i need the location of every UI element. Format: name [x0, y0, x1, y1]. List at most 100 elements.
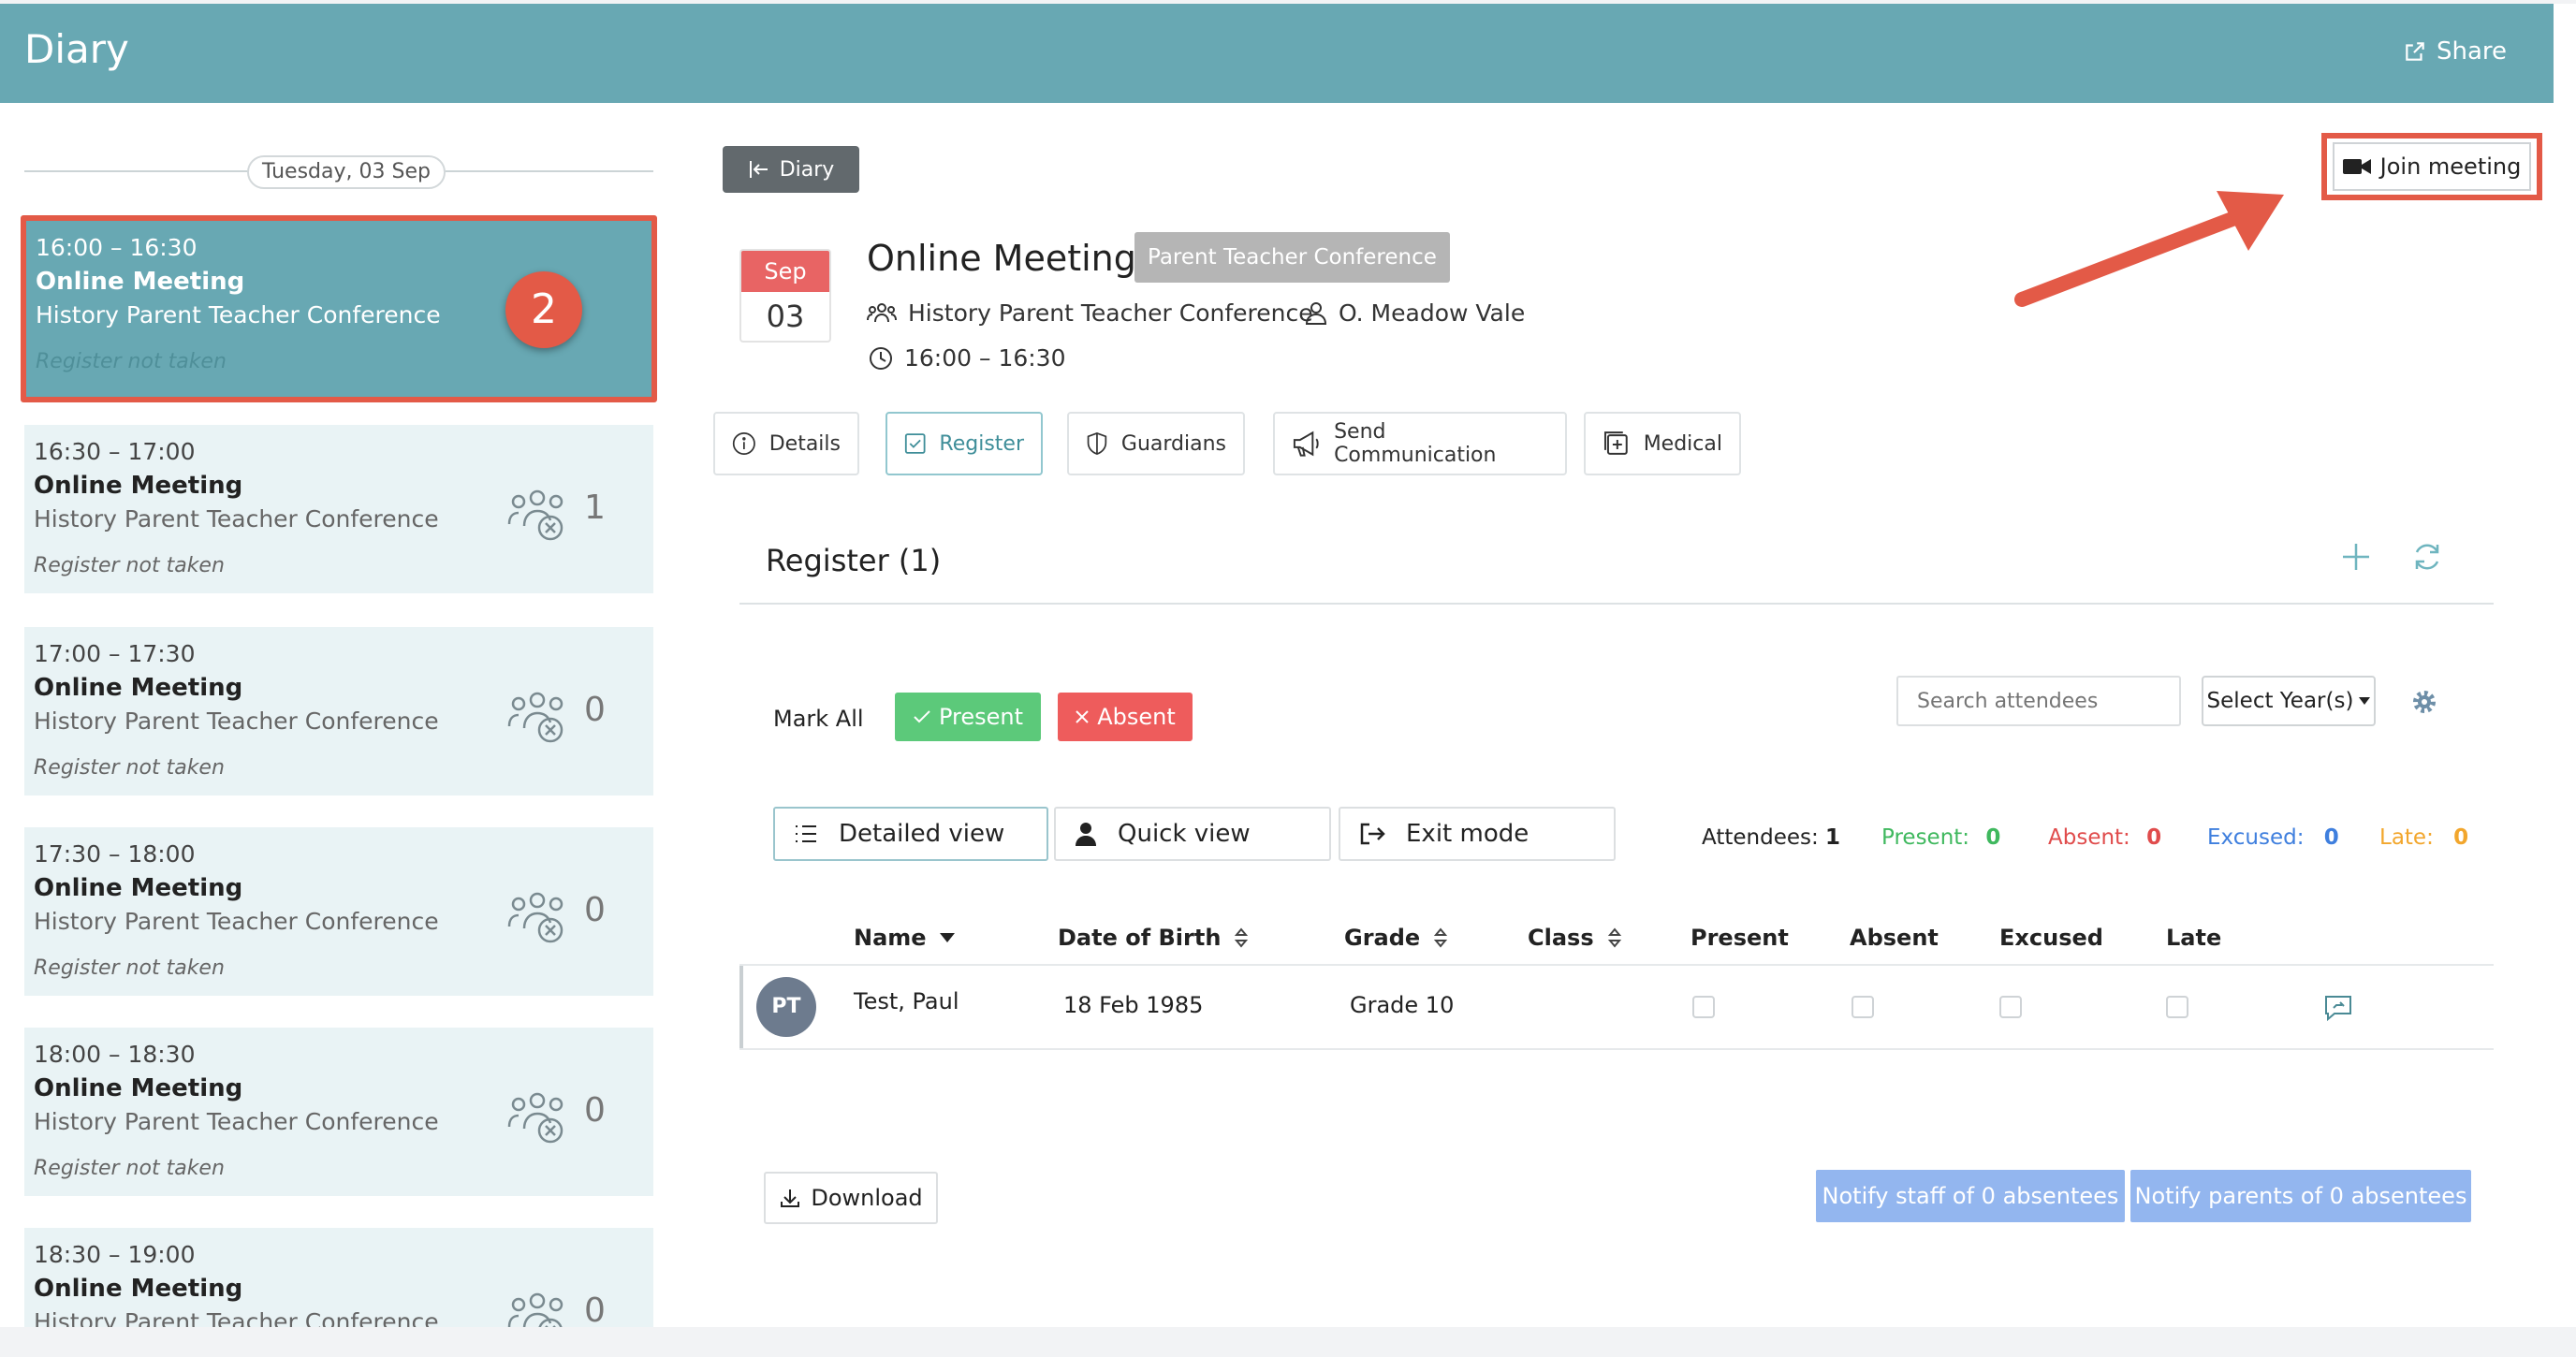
person-icon: [1076, 823, 1096, 846]
present-stat: Present: 0: [1881, 825, 2000, 850]
slot-subtitle: History Parent Teacher Conference: [36, 301, 441, 328]
slot-status: Register not taken: [34, 1157, 225, 1180]
sort-icon: [1607, 927, 1621, 948]
column-header-present: Present: [1690, 925, 1789, 951]
exit-icon: [1360, 823, 1385, 845]
column-header-dob[interactable]: Date of Birth: [1058, 925, 1249, 951]
notify-staff-button[interactable]: Notify staff of 0 absentees: [1816, 1170, 2125, 1222]
late-checkbox[interactable]: [2166, 996, 2188, 1018]
slot-status: Register not taken: [34, 956, 225, 980]
absent-stat: Absent: 0: [2048, 825, 2161, 850]
calendar-day: 03: [766, 299, 805, 334]
excused-checkbox[interactable]: [1999, 996, 2022, 1018]
check-icon: [914, 710, 930, 723]
slot-item-4[interactable]: 17:30 – 18:00 Online Meeting History Par…: [24, 827, 653, 996]
excused-stat: Excused: 0: [2207, 825, 2339, 850]
select-years-dropdown[interactable]: Select Year(s): [2202, 676, 2376, 726]
slot-count: 0: [584, 891, 606, 929]
slot-subtitle: History Parent Teacher Conference: [34, 708, 439, 735]
stat-value: 0: [2146, 825, 2162, 850]
stat-value: 0: [2323, 825, 2339, 850]
tab-label: Guardians: [1120, 431, 1226, 456]
tab-label: Send Communication: [1334, 420, 1497, 467]
absent-checkbox[interactable]: [1852, 996, 1874, 1018]
tab-guardians[interactable]: Guardians: [1067, 412, 1245, 475]
slot-subtitle: History Parent Teacher Conference: [34, 505, 439, 533]
column-label: Name: [854, 925, 927, 951]
slot-item-5[interactable]: 18:00 – 18:30 Online Meeting History Par…: [24, 1028, 653, 1196]
stat-label: Excused:: [2207, 825, 2305, 850]
meeting-type-tag: Parent Teacher Conference: [1134, 232, 1450, 283]
attendees-cancel-icon: [507, 692, 564, 743]
owner-label: O. Meadow Vale: [1339, 299, 1526, 327]
mark-all-absent-button[interactable]: Absent: [1058, 693, 1193, 741]
exit-mode-button[interactable]: Exit mode: [1339, 807, 1616, 861]
column-header-absent: Absent: [1850, 925, 1939, 951]
column-label: Date of Birth: [1058, 925, 1222, 951]
mark-all-present-button[interactable]: Present: [895, 693, 1041, 741]
present-label: Present: [938, 704, 1024, 730]
slot-item-2[interactable]: 16:30 – 17:00 Online Meeting History Par…: [24, 425, 653, 593]
stat-label: Late:: [2379, 825, 2434, 850]
slot-count: 0: [584, 1091, 606, 1130]
attendees-cancel-icon: [507, 892, 564, 943]
meeting-owner: O. Meadow Vale: [1305, 299, 1525, 327]
share-label: Share: [2436, 37, 2507, 66]
join-meeting-button[interactable]: Join meeting: [2333, 142, 2531, 191]
group-label: History Parent Teacher Conference: [908, 299, 1313, 327]
notify-parents-button[interactable]: Notify parents of 0 absentees: [2130, 1170, 2471, 1222]
slot-status: Register not taken: [34, 554, 225, 577]
attendee-name[interactable]: Test, Paul: [854, 988, 959, 1014]
sort-down-icon: [939, 933, 955, 942]
quick-view-button[interactable]: Quick view: [1054, 807, 1331, 861]
back-arrow-icon: [749, 161, 768, 178]
attendee-dob: 18 Feb 1985: [1063, 992, 1204, 1018]
add-icon[interactable]: [2340, 541, 2372, 573]
slot-time: 18:30 – 19:00: [34, 1241, 196, 1268]
slot-count: 0: [584, 691, 606, 729]
select-years-label: Select Year(s): [2206, 689, 2354, 713]
medical-icon: [1603, 431, 1628, 455]
back-label: Diary: [779, 157, 835, 182]
attendee-grade: Grade 10: [1350, 992, 1455, 1018]
column-header-class[interactable]: Class: [1528, 925, 1622, 951]
register-divider: [739, 603, 2494, 605]
shield-icon: [1087, 432, 1107, 455]
sort-icon: [1235, 927, 1249, 948]
slot-time: 17:30 – 18:00: [34, 840, 196, 868]
share-button[interactable]: Share: [2403, 37, 2507, 66]
slot-count: 1: [584, 489, 606, 527]
gear-icon[interactable]: [2411, 689, 2437, 715]
sort-icon: [1434, 927, 1448, 948]
app-header: Diary Share: [0, 4, 2554, 103]
download-button[interactable]: Download: [764, 1172, 938, 1224]
back-to-diary-button[interactable]: Diary: [723, 146, 859, 193]
search-attendees-input[interactable]: [1896, 676, 2181, 726]
tab-medical[interactable]: Medical: [1584, 412, 1741, 475]
slot-item-3[interactable]: 17:00 – 17:30 Online Meeting History Par…: [24, 627, 653, 795]
slot-title: Online Meeting: [34, 1074, 243, 1102]
mark-all-label: Mark All: [773, 706, 864, 732]
tab-details[interactable]: Details: [713, 412, 859, 475]
calendar-month: Sep: [741, 251, 829, 292]
tab-register[interactable]: Register: [886, 412, 1043, 475]
download-label: Download: [811, 1185, 923, 1211]
stat-label: Absent:: [2048, 825, 2130, 850]
tab-send-communication[interactable]: Send Communication: [1273, 412, 1567, 475]
comment-icon[interactable]: [2323, 994, 2353, 1022]
absent-label: Absent: [1097, 704, 1176, 730]
present-checkbox[interactable]: [1692, 996, 1715, 1018]
slot-time: 16:30 – 17:00: [34, 438, 196, 465]
column-header-grade[interactable]: Grade: [1344, 925, 1448, 951]
scrollbar[interactable]: [2554, 4, 2576, 1327]
download-icon: [781, 1189, 800, 1207]
register-title: Register (1): [766, 543, 942, 578]
slot-item-6[interactable]: 18:30 – 19:00 Online Meeting History Par…: [24, 1228, 653, 1327]
slot-count: 0: [584, 1291, 606, 1327]
refresh-icon[interactable]: [2411, 541, 2443, 573]
column-label: Grade: [1344, 925, 1421, 951]
detailed-view-button[interactable]: Detailed view: [773, 807, 1048, 861]
column-header-name[interactable]: Name: [854, 925, 955, 951]
annotation-arrow-icon: [2014, 191, 2284, 307]
column-header-excused: Excused: [1999, 925, 2103, 951]
